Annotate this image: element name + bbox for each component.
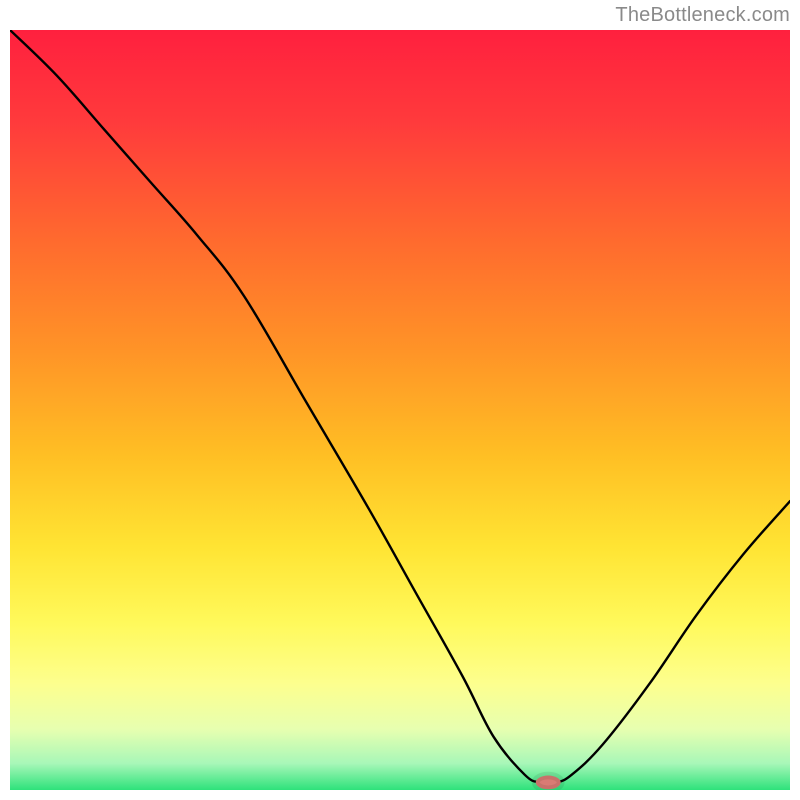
optimal-marker <box>536 776 561 790</box>
chart-stage: TheBottleneck.com <box>0 0 800 800</box>
bottleneck-chart <box>10 30 790 790</box>
heat-background <box>10 30 790 790</box>
watermark: TheBottleneck.com <box>615 4 790 27</box>
